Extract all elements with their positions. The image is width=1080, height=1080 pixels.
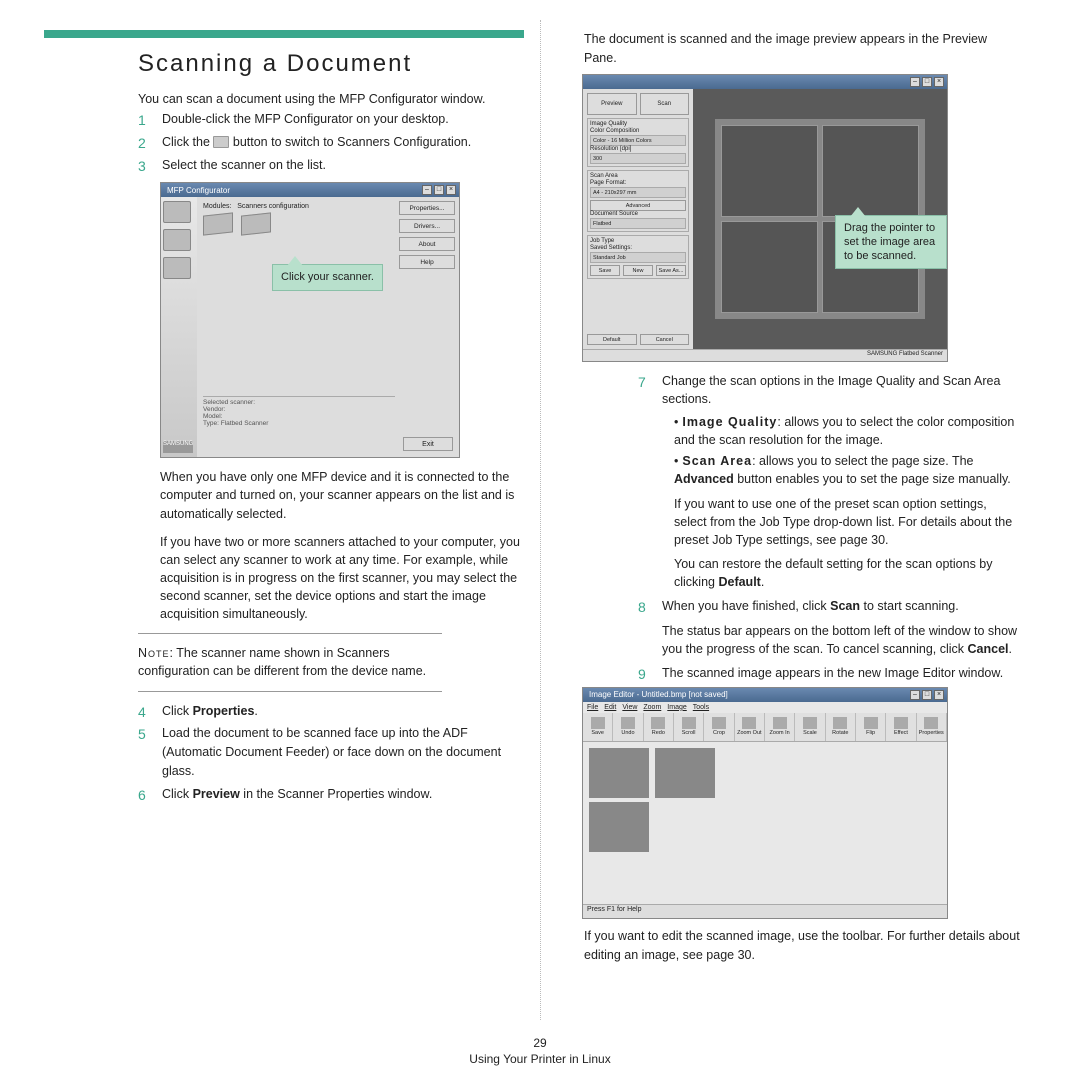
saveas-job-button[interactable]: Save As... bbox=[656, 265, 686, 276]
exit-button[interactable]: Exit bbox=[403, 437, 453, 451]
new-job-button[interactable]: New bbox=[623, 265, 653, 276]
tool-scroll[interactable]: Scroll bbox=[674, 713, 704, 741]
step-8: 8When you have finished, click Scan to s… bbox=[638, 597, 1020, 658]
step-4: 4Click Properties. bbox=[138, 702, 520, 721]
save-job-button[interactable]: Save bbox=[590, 265, 620, 276]
color-select[interactable]: Color - 16 Million Colors bbox=[590, 135, 686, 146]
callout-drag-pointer: Drag the pointer to set the image area t… bbox=[835, 215, 947, 270]
maximize-icon: □ bbox=[434, 185, 444, 195]
scan-button[interactable]: Scan bbox=[640, 93, 690, 115]
intro-text: You can scan a document using the MFP Co… bbox=[138, 92, 520, 106]
scanner-tab-icon bbox=[163, 229, 191, 251]
minimize-icon: – bbox=[910, 77, 920, 87]
page-footer: 29 Using Your Printer in Linux bbox=[0, 1036, 1080, 1066]
default-button[interactable]: Default bbox=[587, 334, 637, 345]
step-2: 2Click the button to switch to Scanners … bbox=[138, 133, 520, 152]
scanner-item-icon bbox=[241, 213, 271, 236]
status-bar: Press F1 for Help bbox=[583, 904, 947, 918]
bullet-image-quality: Image Quality: allows you to select the … bbox=[674, 413, 1020, 449]
tool-crop[interactable]: Crop bbox=[704, 713, 734, 741]
job-type-select[interactable]: Standard Job bbox=[590, 252, 686, 263]
paragraph: If you want to edit the scanned image, u… bbox=[584, 927, 1020, 965]
samsung-logo: SAMSUNG bbox=[163, 441, 193, 453]
step-9: 9The scanned image appears in the new Im… bbox=[638, 664, 1020, 683]
paragraph: If you have two or more scanners attache… bbox=[160, 533, 520, 624]
device-icon bbox=[163, 257, 191, 279]
step-1: 1Double-click the MFP Configurator on yo… bbox=[138, 110, 520, 129]
cancel-button[interactable]: Cancel bbox=[640, 334, 690, 345]
bullet-scan-area: Scan Area: allows you to select the page… bbox=[674, 452, 1020, 488]
printer-icon bbox=[163, 201, 191, 223]
page-title: Scanning a Document bbox=[138, 50, 520, 78]
scanner-item-icon bbox=[203, 213, 233, 236]
step-5: 5Load the document to be scanned face up… bbox=[138, 724, 520, 780]
minimize-icon: – bbox=[422, 185, 432, 195]
close-icon: × bbox=[934, 77, 944, 87]
tool-redo[interactable]: Redo bbox=[644, 713, 674, 741]
note: Note: The scanner name shown in Scanners… bbox=[138, 644, 442, 680]
close-icon: × bbox=[446, 185, 456, 195]
paragraph: The document is scanned and the image pr… bbox=[584, 30, 1020, 68]
help-button[interactable]: Help bbox=[399, 255, 455, 269]
maximize-icon: □ bbox=[922, 690, 932, 700]
page-format-select[interactable]: A4 - 210x297 mm bbox=[590, 187, 686, 198]
tool-rotate[interactable]: Rotate bbox=[826, 713, 856, 741]
menu-bar[interactable]: FileEditViewZoomImageTools bbox=[583, 702, 947, 713]
screenshot-scanner-properties: –□× PreviewScan Image QualityColor Compo… bbox=[582, 74, 948, 362]
selected-scanner-info: Selected scanner: Vendor: Model: Type: F… bbox=[203, 396, 395, 427]
tool-flip[interactable]: Flip bbox=[856, 713, 886, 741]
paragraph: The status bar appears on the bottom lef… bbox=[662, 622, 1020, 658]
tool-effect[interactable]: Effect bbox=[886, 713, 916, 741]
preview-button[interactable]: Preview bbox=[587, 93, 637, 115]
resolution-select[interactable]: 300 bbox=[590, 153, 686, 164]
tool-zoom-out[interactable]: Zoom Out bbox=[735, 713, 765, 741]
step-7: 7Change the scan options in the Image Qu… bbox=[638, 372, 1020, 592]
step-6: 6Click Preview in the Scanner Properties… bbox=[138, 785, 520, 804]
tool-undo[interactable]: Undo bbox=[613, 713, 643, 741]
about-button[interactable]: About bbox=[399, 237, 455, 251]
tool-save[interactable]: Save bbox=[583, 713, 613, 741]
tool-zoom-in[interactable]: Zoom In bbox=[765, 713, 795, 741]
minimize-icon: – bbox=[910, 690, 920, 700]
status-bar: SAMSUNG Flatbed Scanner bbox=[583, 349, 947, 361]
close-icon: × bbox=[934, 690, 944, 700]
document-source-select[interactable]: Flatbed bbox=[590, 218, 686, 229]
paragraph: If you want to use one of the preset sca… bbox=[674, 495, 1020, 549]
tool-scale[interactable]: Scale bbox=[795, 713, 825, 741]
screenshot-image-editor: Image Editor - Untitled.bmp [not saved]–… bbox=[582, 687, 948, 919]
screenshot-mfp-configurator: MFP Configurator–□× SAMSUNG Modules: Sca… bbox=[160, 182, 520, 458]
step-3: 3Select the scanner on the list. bbox=[138, 156, 520, 175]
drivers-button[interactable]: Drivers... bbox=[399, 219, 455, 233]
paragraph: When you have only one MFP device and it… bbox=[160, 468, 520, 522]
scanner-icon bbox=[213, 136, 229, 148]
paragraph: You can restore the default setting for … bbox=[674, 555, 1020, 591]
callout-click-scanner: Click your scanner. bbox=[272, 264, 383, 290]
tool-properties[interactable]: Properties bbox=[917, 713, 947, 741]
advanced-button[interactable]: Advanced bbox=[590, 200, 686, 211]
maximize-icon: □ bbox=[922, 77, 932, 87]
properties-button[interactable]: Properties... bbox=[399, 201, 455, 215]
